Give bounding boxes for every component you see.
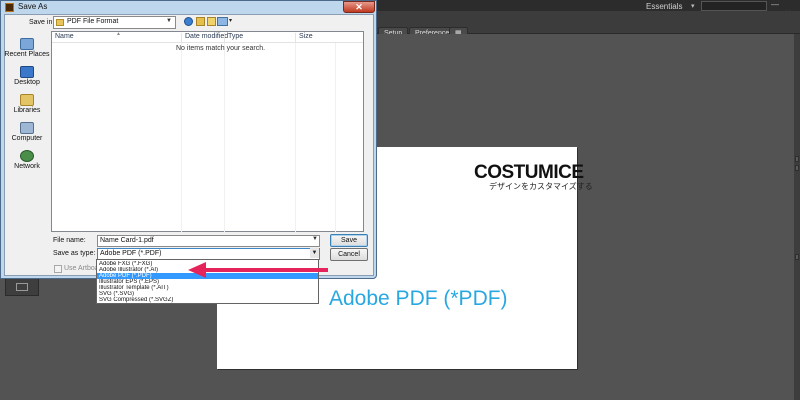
place-recent-places[interactable]: Recent Places bbox=[4, 38, 50, 58]
cancel-button[interactable]: Cancel bbox=[330, 248, 368, 261]
place-label: Libraries bbox=[13, 107, 41, 114]
file-name-label: File name: bbox=[53, 237, 86, 244]
recent-places-icon bbox=[20, 38, 34, 50]
dialog-titlebar[interactable]: Save As ✕ bbox=[1, 1, 376, 14]
column-divider bbox=[181, 43, 182, 232]
place-label: Network bbox=[14, 163, 40, 170]
save-in-combo[interactable]: PDF File Format ▼ bbox=[53, 16, 176, 29]
views-icon[interactable] bbox=[217, 17, 228, 26]
chevron-down-icon[interactable]: ▼ bbox=[312, 236, 318, 242]
dropdown-option-selected[interactable]: Adobe PDF (*.PDF) bbox=[97, 273, 318, 279]
place-label: Recent Places bbox=[4, 51, 50, 58]
column-header-name[interactable]: Name bbox=[52, 33, 74, 42]
screen-mode-icon bbox=[16, 283, 28, 291]
place-computer[interactable]: Computer bbox=[4, 122, 50, 142]
dropdown-option[interactable]: SVG (*.SVG) bbox=[97, 291, 318, 296]
empty-message: No items match your search. bbox=[176, 45, 266, 52]
dropdown-option[interactable]: Illustrator Template (*.AIT) bbox=[97, 285, 318, 290]
back-icon[interactable] bbox=[184, 17, 193, 26]
desktop-icon bbox=[20, 66, 34, 78]
save-in-value: PDF File Format bbox=[67, 18, 119, 25]
panel-handle[interactable] bbox=[795, 156, 799, 162]
new-folder-icon[interactable] bbox=[207, 17, 216, 26]
right-panel-strip bbox=[794, 34, 800, 400]
up-folder-icon[interactable] bbox=[196, 17, 205, 26]
annotation-arrow bbox=[205, 268, 328, 272]
chevron-down-icon[interactable]: ▾ bbox=[691, 2, 695, 10]
column-divider bbox=[335, 43, 336, 232]
chevron-down-icon: ▼ bbox=[166, 18, 172, 24]
save-as-type-dropdown[interactable]: Adobe FXG (*.FXG) Adobe Illustrator (*.A… bbox=[96, 259, 319, 304]
places-bar: Recent Places Desktop Libraries Computer… bbox=[4, 32, 50, 230]
network-icon bbox=[20, 150, 34, 162]
column-divider bbox=[295, 43, 296, 232]
dropdown-option[interactable]: Illustrator EPS (*.EPS) bbox=[97, 279, 318, 284]
screen-mode-widget[interactable] bbox=[5, 278, 39, 296]
chevron-down-icon[interactable]: ▾ bbox=[229, 17, 232, 24]
search-input[interactable] bbox=[701, 1, 767, 11]
folder-icon bbox=[56, 19, 64, 26]
panel-handle[interactable] bbox=[795, 165, 799, 171]
column-divider bbox=[224, 43, 225, 232]
close-button[interactable]: ✕ bbox=[343, 1, 375, 13]
sort-caret-icon: ▲ bbox=[116, 31, 121, 37]
illustrator-icon bbox=[5, 3, 14, 12]
file-name-input[interactable]: Name Card-1.pdf bbox=[97, 235, 320, 247]
place-network[interactable]: Network bbox=[4, 150, 50, 170]
brand-tagline: デザインをカスタマイズする bbox=[489, 182, 593, 191]
column-header-type[interactable]: Type bbox=[224, 33, 243, 42]
annotation-label: Adobe PDF (*PDF) bbox=[329, 287, 508, 310]
file-list[interactable]: Name ▲ Date modified Type Size No items … bbox=[51, 31, 364, 232]
column-header-date[interactable]: Date modified bbox=[181, 33, 228, 42]
save-as-type-label: Save as type: bbox=[53, 250, 96, 257]
libraries-icon bbox=[20, 94, 34, 106]
place-desktop[interactable]: Desktop bbox=[4, 66, 50, 86]
dropdown-option[interactable]: SVG Compressed (*.SVGZ) bbox=[97, 297, 318, 302]
dialog-title: Save As bbox=[18, 2, 48, 11]
place-label: Computer bbox=[11, 135, 43, 142]
file-list-header: Name ▲ Date modified Type Size bbox=[52, 31, 363, 43]
save-button[interactable]: Save bbox=[330, 234, 368, 247]
place-label: Desktop bbox=[14, 79, 40, 86]
computer-icon bbox=[20, 122, 34, 134]
chevron-down-icon[interactable]: ▼ bbox=[310, 248, 319, 258]
dropdown-option[interactable]: Adobe FXG (*.FXG) bbox=[97, 261, 318, 266]
panel-handle[interactable] bbox=[795, 254, 799, 260]
workspace-switcher[interactable]: Essentials bbox=[646, 2, 682, 11]
use-artboards-checkbox[interactable] bbox=[54, 265, 62, 273]
arrow-left-icon bbox=[188, 262, 206, 278]
place-libraries[interactable]: Libraries bbox=[4, 94, 50, 114]
save-in-label: Save in: bbox=[29, 19, 55, 26]
column-header-size[interactable]: Size bbox=[295, 33, 313, 42]
